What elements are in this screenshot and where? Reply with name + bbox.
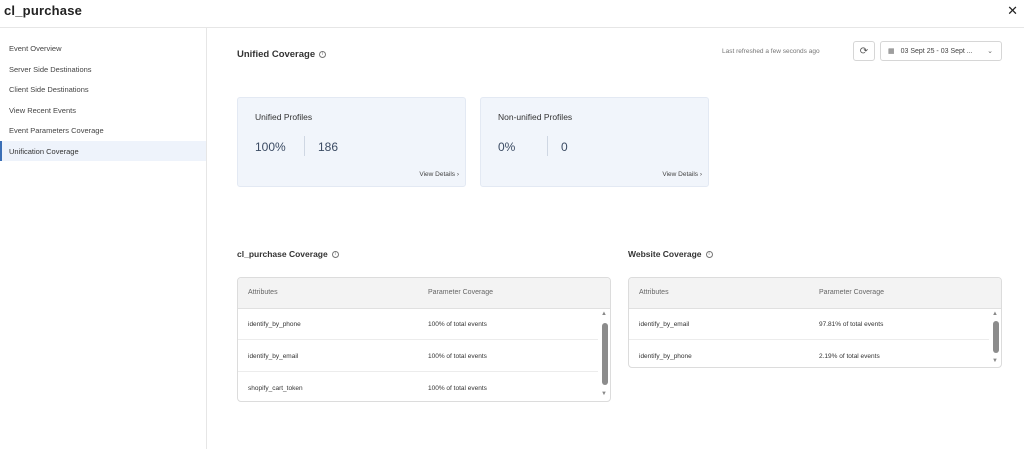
scrollbar-thumb[interactable] <box>602 323 608 385</box>
last-refreshed-text: Last refreshed a few seconds ago <box>722 48 820 55</box>
card-title: Unified Profiles <box>255 112 313 122</box>
view-details-link[interactable]: View Details › <box>419 171 459 178</box>
table-scrollbar[interactable]: ▲ ▼ <box>601 311 609 399</box>
column-header-parameter-coverage: Parameter Coverage <box>428 289 493 296</box>
non-unified-profiles-card: Non-unified Profiles 0% 0 View Details › <box>480 97 709 187</box>
table-scrollbar[interactable]: ▲ ▼ <box>992 311 1000 367</box>
sidebar-item-event-parameters-coverage[interactable]: Event Parameters Coverage <box>0 120 206 140</box>
chevron-down-icon: ⌄ <box>987 48 993 55</box>
date-range-picker[interactable]: ▦ 03 Sept 25 - 03 Sept ... ⌄ <box>880 41 1002 61</box>
table-row: identify_by_email 97.81% of total events <box>629 309 989 340</box>
card-title: Non-unified Profiles <box>498 112 573 122</box>
refresh-button[interactable]: ⟳ <box>853 41 875 61</box>
unified-percent: 100% <box>255 140 286 154</box>
coverage-cell: 100% of total events <box>428 353 487 360</box>
attribute-cell: identify_by_phone <box>248 321 301 328</box>
view-details-link[interactable]: View Details › <box>662 171 702 178</box>
table-header: Attributes Parameter Coverage <box>238 278 610 309</box>
card-divider <box>547 136 548 156</box>
event-coverage-title: cl_purchase Coverage i <box>237 249 339 259</box>
table-row: identify_by_phone 2.19% of total events <box>629 341 989 367</box>
sidebar-item-event-overview[interactable]: Event Overview <box>0 38 206 58</box>
page-title: Unified Coverage i <box>237 49 327 60</box>
sidebar-item-view-recent-events[interactable]: View Recent Events <box>0 100 206 120</box>
website-coverage-table: Attributes Parameter Coverage identify_b… <box>628 277 1002 368</box>
sidebar-item-server-side-destinations[interactable]: Server Side Destinations <box>0 59 206 79</box>
sidebar-item-client-side-destinations[interactable]: Client Side Destinations <box>0 79 206 99</box>
sidebar-item-unification-coverage[interactable]: Unification Coverage <box>0 141 206 161</box>
info-icon[interactable]: i <box>331 251 339 259</box>
unified-count: 186 <box>318 140 339 154</box>
main-content: Unified Coverage i Last refreshed a few s… <box>208 28 1024 449</box>
attribute-cell: shopify_cart_token <box>248 385 303 392</box>
attribute-cell: identify_by_phone <box>639 353 692 360</box>
table-row: identify_by_email 100% of total events <box>238 341 598 372</box>
coverage-cell: 100% of total events <box>428 385 487 392</box>
table-row: shopify_cart_token 100% of total events <box>238 373 598 401</box>
event-coverage-table: Attributes Parameter Coverage identify_b… <box>237 277 611 402</box>
attribute-cell: identify_by_email <box>248 353 299 360</box>
unified-profiles-card: Unified Profiles 100% 186 View Details › <box>237 97 466 187</box>
non-unified-count: 0 <box>561 140 568 154</box>
page-title-text: Unified Coverage <box>237 49 316 60</box>
website-coverage-title: Website Coverage i <box>628 249 713 259</box>
close-icon[interactable]: ✕ <box>1007 3 1018 19</box>
non-unified-percent: 0% <box>498 140 516 154</box>
window-title: cl_purchase <box>4 3 83 18</box>
scroll-up-icon[interactable]: ▲ <box>601 311 607 317</box>
card-divider <box>304 136 305 156</box>
calendar-icon: ▦ <box>888 48 895 55</box>
event-coverage-title-text: cl_purchase Coverage <box>237 249 328 259</box>
column-header-parameter-coverage: Parameter Coverage <box>819 289 884 296</box>
column-header-attributes: Attributes <box>248 289 278 296</box>
title-bar: cl_purchase ✕ <box>0 0 1024 28</box>
coverage-cell: 2.19% of total events <box>819 353 880 360</box>
info-icon[interactable]: i <box>705 251 713 259</box>
info-icon[interactable]: i <box>319 50 327 58</box>
scrollbar-thumb[interactable] <box>993 321 999 353</box>
scroll-down-icon[interactable]: ▼ <box>992 358 998 364</box>
coverage-cell: 97.81% of total events <box>819 321 884 328</box>
sidebar: Event Overview Server Side Destinations … <box>0 28 207 449</box>
date-range-label: 03 Sept 25 - 03 Sept ... <box>900 47 973 55</box>
refresh-icon: ⟳ <box>859 45 869 57</box>
coverage-cell: 100% of total events <box>428 321 487 328</box>
table-header: Attributes Parameter Coverage <box>629 278 1001 309</box>
scroll-up-icon[interactable]: ▲ <box>992 311 998 317</box>
website-coverage-title-text: Website Coverage <box>628 249 702 259</box>
table-row: identify_by_phone 100% of total events <box>238 309 598 340</box>
attribute-cell: identify_by_email <box>639 321 690 328</box>
column-header-attributes: Attributes <box>639 289 669 296</box>
scroll-down-icon[interactable]: ▼ <box>601 391 607 397</box>
